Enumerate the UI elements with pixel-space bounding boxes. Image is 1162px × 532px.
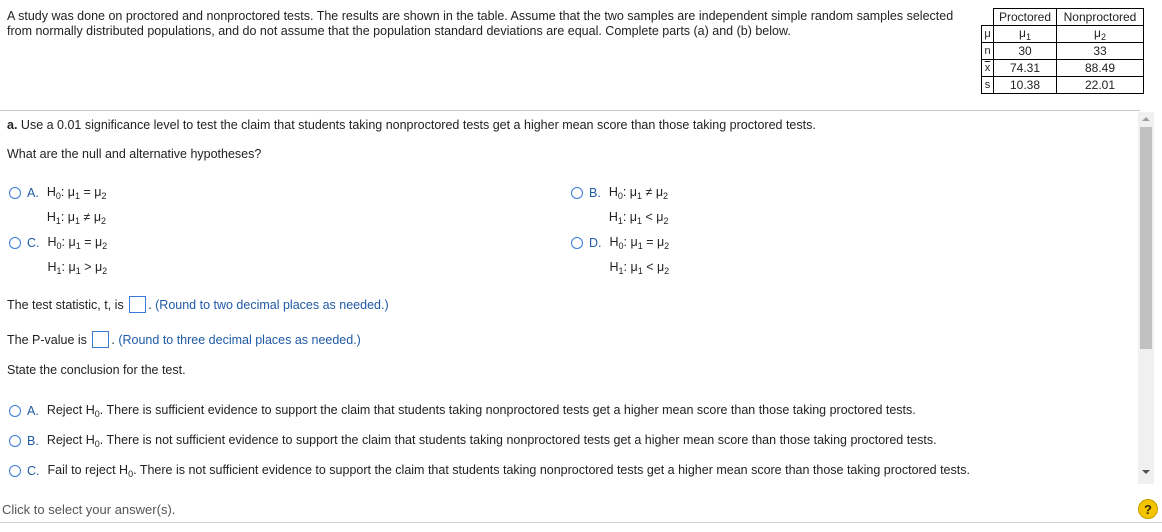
radio-icon[interactable] — [9, 465, 21, 477]
alt-hypothesis: H1: μ1 < μ2 — [609, 260, 670, 276]
conclusion-option-b[interactable]: B. Reject H0. There is not sufficient ev… — [9, 433, 937, 449]
hypothesis-pair: H0: μ1 = μ2 H1: μ1 > μ2 — [48, 232, 108, 282]
radio-icon[interactable] — [9, 187, 21, 199]
option-letter: A. — [27, 404, 39, 418]
hypotheses-prompt: What are the null and alternative hypoth… — [7, 147, 262, 161]
alt-hypothesis: H1: μ1 > μ2 — [47, 260, 108, 276]
alt-hypothesis: H1: μ1 < μ2 — [608, 210, 669, 226]
option-letter: B. — [27, 434, 39, 448]
table-cell: 10.38 — [993, 76, 1057, 94]
table-row: s 10.38 22.01 — [981, 76, 1144, 94]
scroll-down-icon[interactable] — [1142, 470, 1150, 474]
table-row: μ μ1 μ2 — [981, 25, 1144, 43]
table-cell: μ1 — [993, 25, 1057, 43]
hypothesis-option-c[interactable]: C. H0: μ1 = μ2 H1: μ1 > μ2 — [9, 235, 107, 282]
table-corner — [981, 8, 994, 26]
table-header-nonproctored: Nonproctored — [1056, 8, 1144, 26]
conclusion-text: Reject H0. There is not sufficient evide… — [46, 433, 937, 449]
table-cell: 30 — [993, 42, 1057, 60]
intro-text: A study was done on proctored and nonpro… — [7, 9, 954, 38]
radio-icon[interactable] — [571, 237, 583, 249]
test-statistic-hint: (Round to two decimal places as needed.) — [155, 298, 389, 312]
null-hypothesis: H0: μ1 ≠ μ2 — [608, 185, 669, 201]
null-hypothesis: H0: μ1 = μ2 — [46, 185, 107, 201]
table-cell: 88.49 — [1056, 59, 1144, 77]
option-letter: A. — [27, 186, 39, 200]
radio-icon[interactable] — [9, 435, 21, 447]
header-divider — [0, 110, 1140, 111]
table-cell: μ2 — [1056, 25, 1144, 43]
conclusion-text: Reject H0. There is sufficient evidence … — [46, 403, 916, 419]
part-a-label: a. — [7, 118, 18, 132]
row-label: s — [981, 76, 994, 94]
option-letter: D. — [589, 236, 602, 250]
pvalue-input[interactable] — [92, 331, 110, 348]
table-row: n 30 33 — [981, 42, 1144, 60]
row-label: n — [981, 42, 994, 60]
data-table: Proctored Nonproctored μ μ1 μ2 n 30 33 x… — [981, 8, 1144, 94]
conclusion-text: Fail to reject H0. There is not sufficie… — [47, 463, 970, 479]
pvalue-line: The P-value is . (Round to three decimal… — [7, 331, 361, 348]
footer-instruction: Click to select your answer(s). — [2, 502, 176, 517]
pvalue-hint: (Round to three decimal places as needed… — [118, 333, 361, 347]
null-hypothesis: H0: μ1 = μ2 — [47, 235, 108, 251]
table-cell: 33 — [1056, 42, 1144, 60]
test-statistic-line: The test statistic, t, is . (Round to tw… — [7, 296, 389, 313]
conclusion-option-c[interactable]: C. Fail to reject H0. There is not suffi… — [9, 463, 970, 479]
hypothesis-option-a[interactable]: A. H0: μ1 = μ2 H1: μ1 ≠ μ2 — [9, 185, 107, 232]
alt-hypothesis: H1: μ1 ≠ μ2 — [46, 210, 107, 226]
conclusion-prompt: State the conclusion for the test. — [7, 363, 186, 377]
hypothesis-option-b[interactable]: B. H0: μ1 ≠ μ2 H1: μ1 < μ2 — [571, 185, 669, 232]
part-a-question: a. Use a 0.01 significance level to test… — [7, 118, 816, 132]
part-a-text: Use a 0.01 significance level to test th… — [20, 118, 816, 132]
table-cell: 74.31 — [993, 59, 1057, 77]
hypothesis-pair: H0: μ1 = μ2 H1: μ1 < μ2 — [610, 232, 670, 282]
hypothesis-option-d[interactable]: D. H0: μ1 = μ2 H1: μ1 < μ2 — [571, 235, 669, 282]
hypothesis-pair: H0: μ1 ≠ μ2 H1: μ1 < μ2 — [609, 182, 669, 232]
test-statistic-input[interactable] — [129, 296, 147, 313]
null-hypothesis: H0: μ1 = μ2 — [609, 235, 670, 251]
pvalue-label: The P-value is — [7, 333, 87, 347]
test-statistic-label: The test statistic, t, is — [7, 298, 124, 312]
table-row: x 74.31 88.49 — [981, 59, 1144, 77]
question-header: A study was done on proctored and nonpro… — [0, 0, 1162, 110]
row-label: x — [981, 59, 994, 77]
help-icon[interactable]: ? — [1138, 499, 1158, 519]
option-letter: C. — [27, 236, 40, 250]
option-letter: B. — [589, 186, 601, 200]
footer-bar: Click to select your answer(s). ? — [0, 484, 1162, 532]
option-letter: C. — [27, 464, 40, 478]
bottom-divider — [0, 522, 1162, 523]
table-cell: 22.01 — [1056, 76, 1144, 94]
conclusion-option-a[interactable]: A. Reject H0. There is sufficient eviden… — [9, 403, 916, 419]
radio-icon[interactable] — [9, 237, 21, 249]
table-header-proctored: Proctored — [993, 8, 1057, 26]
radio-icon[interactable] — [571, 187, 583, 199]
scrollbar-thumb[interactable] — [1140, 127, 1152, 349]
scroll-up-icon[interactable] — [1142, 117, 1150, 121]
row-label: μ — [981, 25, 994, 43]
radio-icon[interactable] — [9, 405, 21, 417]
hypothesis-pair: H0: μ1 = μ2 H1: μ1 ≠ μ2 — [47, 182, 107, 232]
